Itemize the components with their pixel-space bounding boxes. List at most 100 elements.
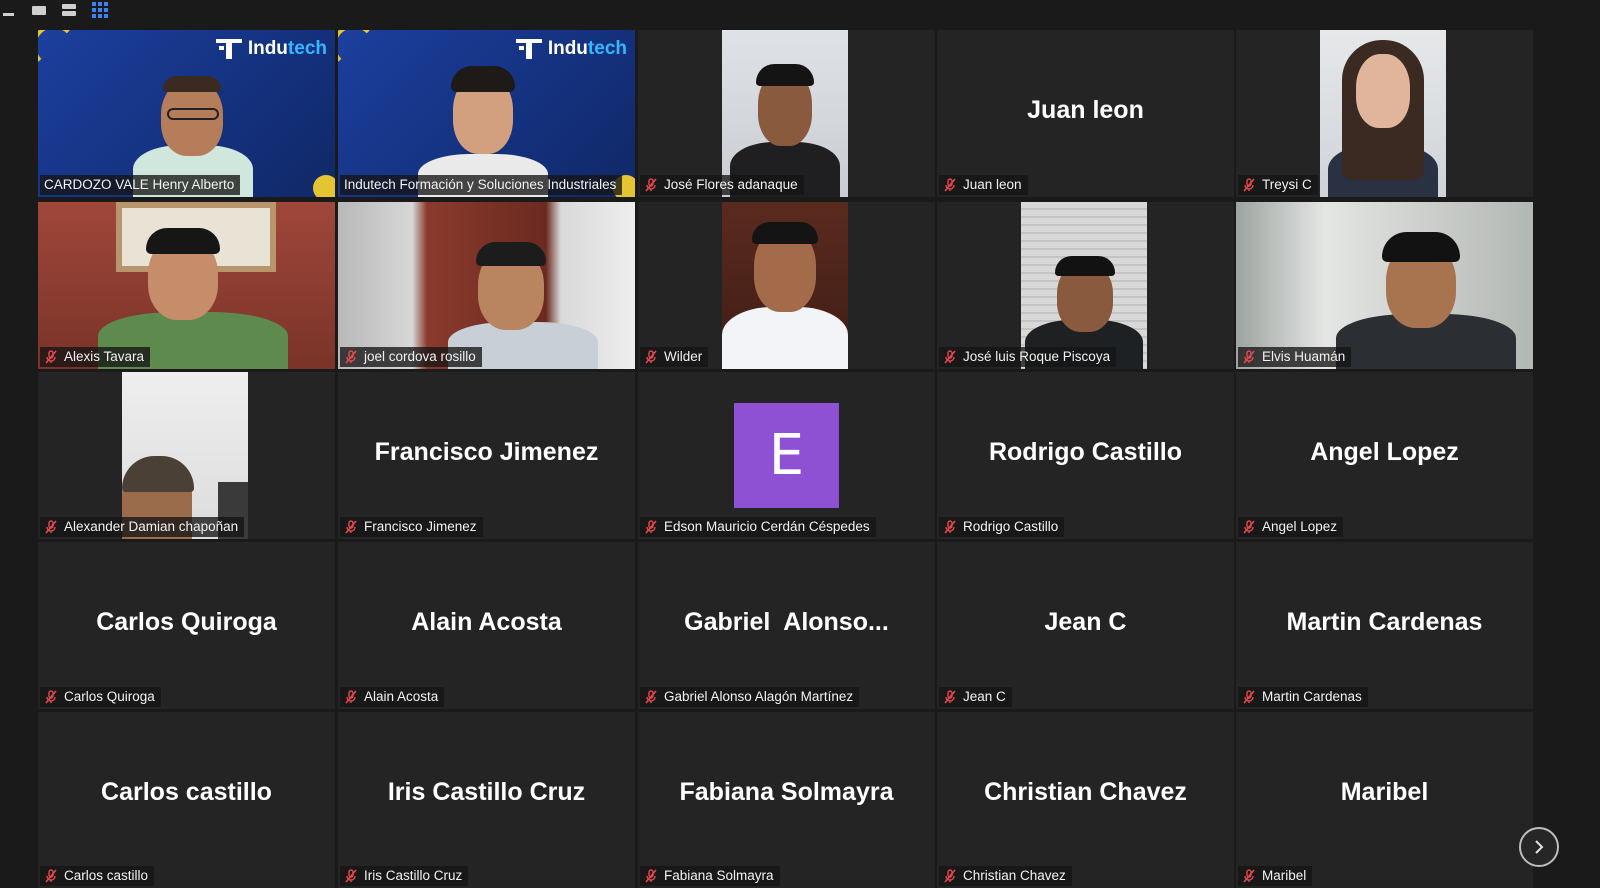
mic-muted-icon	[1243, 690, 1255, 704]
mic-muted-icon	[45, 869, 57, 883]
video-tile[interactable]: E Edson Mauricio Cerdán Céspedes	[638, 372, 935, 539]
participant-video	[722, 202, 848, 369]
participant-video	[122, 372, 248, 539]
mic-muted-icon	[45, 520, 57, 534]
video-tile[interactable]: Alexander Damian chapoñan	[38, 372, 335, 539]
participant-name: Juan leon	[963, 177, 1022, 192]
video-tile[interactable]: Juan leon Juan leon	[937, 30, 1234, 197]
participant-placeholder-name: Angel Lopez	[1310, 438, 1459, 466]
video-tile[interactable]: Christian Chavez Christian Chavez	[937, 712, 1234, 888]
video-tile[interactable]: Indu tech CARDOZO VALE Henry Alberto	[38, 30, 335, 197]
participant-name-label: CARDOZO VALE Henry Alberto	[40, 175, 241, 195]
participant-name-label: Maribel	[1238, 866, 1313, 886]
participant-name-label: Wilder	[640, 347, 709, 367]
participant-name: Edson Mauricio Cerdán Céspedes	[664, 519, 870, 534]
video-tile[interactable]: Francisco Jimenez Francisco Jimenez	[338, 372, 635, 539]
participant-name-label: Alexander Damian chapoñan	[40, 517, 245, 537]
participant-placeholder-name: Martin Cardenas	[1286, 608, 1483, 636]
participant-name-label: Alexis Tavara	[40, 347, 151, 367]
brand-corner-icon	[313, 175, 335, 197]
participant-name: Angel Lopez	[1262, 519, 1338, 534]
participant-name: Treysi C	[1262, 177, 1312, 192]
participant-name: Indutech Formación y Soluciones Industri…	[344, 177, 617, 192]
participant-name: Maribel	[1262, 868, 1307, 883]
participant-name-label: Fabiana Solmayra	[640, 866, 780, 886]
participant-name: Francisco Jimenez	[364, 519, 477, 534]
video-tile[interactable]: Iris Castillo Cruz Iris Castillo Cruz	[338, 712, 635, 888]
participant-name-label: Alain Acosta	[340, 687, 445, 707]
participant-placeholder-name: Juan leon	[1027, 96, 1144, 124]
grid-view-icon[interactable]	[90, 2, 110, 18]
mic-muted-icon	[1243, 178, 1255, 192]
participant-placeholder-name: Rodrigo Castillo	[988, 438, 1183, 466]
mic-muted-icon	[345, 520, 357, 534]
video-tile[interactable]: Carlos castillo Carlos castillo	[38, 712, 335, 888]
participant-video	[722, 30, 848, 197]
video-tile[interactable]: Indu tech Indutech Formación y Soluciones…	[338, 30, 635, 197]
video-tile[interactable]: Rodrigo Castillo Rodrigo Castillo	[937, 372, 1234, 539]
video-tile[interactable]: Angel Lopez Angel Lopez	[1236, 372, 1533, 539]
mic-muted-icon	[944, 690, 956, 704]
video-tile[interactable]: Treysi C	[1236, 30, 1533, 197]
video-tile[interactable]: Maribel Maribel	[1236, 712, 1533, 888]
participant-name: Rodrigo Castillo	[963, 519, 1059, 534]
avatar: E	[734, 403, 839, 508]
minus-icon[interactable]	[0, 2, 16, 18]
next-page-button[interactable]	[1519, 827, 1559, 867]
single-view-icon[interactable]	[30, 2, 48, 18]
participant-video	[1236, 202, 1533, 369]
participant-name-label: Elvis Huamán	[1238, 347, 1352, 367]
video-tile[interactable]: José luis Roque Piscoya	[937, 202, 1234, 369]
participant-video	[1320, 30, 1446, 197]
participant-name: Wilder	[664, 349, 703, 364]
participant-name-label: Gabriel Alonso Alagón Martínez	[640, 687, 860, 707]
participant-video	[38, 202, 335, 369]
participant-name: Iris Castillo Cruz	[364, 868, 463, 883]
participant-name-label: Indutech Formación y Soluciones Industri…	[340, 175, 623, 195]
participant-placeholder-name: Iris Castillo Cruz	[387, 778, 586, 806]
mic-muted-icon	[944, 350, 956, 364]
mic-muted-icon	[645, 520, 657, 534]
participant-name: joel cordova rosillo	[364, 349, 476, 364]
participant-name: Fabiana Solmayra	[664, 868, 774, 883]
participant-name: Alexis Tavara	[64, 349, 145, 364]
video-tile[interactable]: Carlos Quiroga Carlos Quiroga	[38, 542, 335, 709]
video-tile[interactable]: Elvis Huamán	[1236, 202, 1533, 369]
participant-placeholder-name: Francisco Jimenez	[374, 438, 599, 466]
participant-name: José luis Roque Piscoya	[963, 349, 1111, 364]
participant-name: Carlos Quiroga	[64, 689, 155, 704]
mic-muted-icon	[45, 690, 57, 704]
mic-muted-icon	[645, 869, 657, 883]
video-tile[interactable]: Alexis Tavara	[38, 202, 335, 369]
participant-name: Elvis Huamán	[1262, 349, 1346, 364]
video-tile[interactable]: joel cordova rosillo	[338, 202, 635, 369]
mic-muted-icon	[1243, 520, 1255, 534]
video-tile[interactable]: Fabiana Solmayra Fabiana Solmayra	[638, 712, 935, 888]
participant-name: José Flores adanaque	[664, 177, 798, 192]
participant-name-label: joel cordova rosillo	[340, 347, 482, 367]
video-tile[interactable]: Wilder	[638, 202, 935, 369]
participant-video	[338, 202, 635, 369]
view-controls	[0, 0, 1600, 26]
video-tile[interactable]: Gabriel Alonso... Gabriel Alonso Alagón …	[638, 542, 935, 709]
participant-placeholder-name: Carlos Quiroga	[96, 608, 277, 636]
logo-text-part2: tech	[587, 38, 627, 59]
participant-video	[1021, 202, 1147, 369]
participant-name-label: Treysi C	[1238, 175, 1318, 195]
participant-name: Alain Acosta	[364, 689, 439, 704]
participant-placeholder-name: Carlos castillo	[101, 778, 272, 806]
participant-name: Martin Cardenas	[1262, 689, 1362, 704]
video-tile[interactable]: Jean C Jean C	[937, 542, 1234, 709]
mic-muted-icon	[645, 178, 657, 192]
strip-view-icon[interactable]	[60, 2, 78, 18]
video-tile[interactable]: Martin Cardenas Martin Cardenas	[1236, 542, 1533, 709]
mic-muted-icon	[645, 690, 657, 704]
video-tile[interactable]: Alain Acosta Alain Acosta	[338, 542, 635, 709]
participant-name-label: Angel Lopez	[1238, 517, 1344, 537]
mic-muted-icon	[345, 350, 357, 364]
participant-name-label: Carlos Quiroga	[40, 687, 161, 707]
participant-placeholder-name: Christian Chavez	[984, 778, 1187, 806]
participant-name-label: Martin Cardenas	[1238, 687, 1368, 707]
video-tile[interactable]: José Flores adanaque	[638, 30, 935, 197]
participant-name-label: José Flores adanaque	[640, 175, 804, 195]
